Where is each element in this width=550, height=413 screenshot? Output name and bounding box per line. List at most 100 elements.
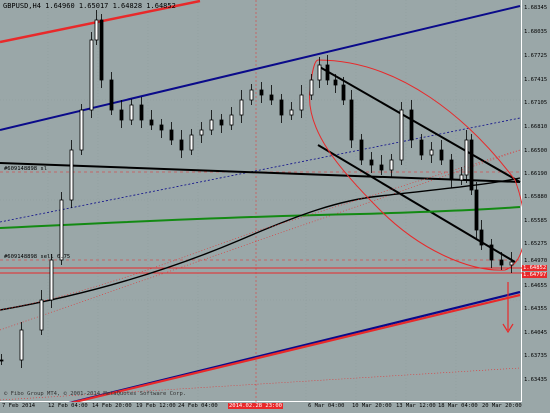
- candle-body: [389, 159, 394, 171]
- time-tick: 6 Mar 04:00: [308, 403, 345, 409]
- sl-label: #609148898 sl: [4, 166, 48, 172]
- time-tick: 18 Mar 04:00: [438, 403, 478, 409]
- candle-body: [129, 104, 134, 121]
- candle-body: [259, 89, 264, 96]
- lower-blue-channel-line[interactable]: [0, 290, 521, 402]
- price-tick: 1.66190: [524, 171, 548, 177]
- candle-body: [19, 329, 24, 361]
- mid-red-dotted-line[interactable]: [0, 149, 521, 331]
- mid-blue-dotted-line[interactable]: [0, 117, 521, 223]
- price-tick: 1.67725: [524, 53, 548, 59]
- candle-body: [299, 94, 304, 111]
- candle-body: [459, 174, 464, 181]
- upper-blue-channel-line[interactable]: [0, 5, 521, 131]
- candle-body: [474, 189, 479, 231]
- price-tick: 1.64970: [524, 258, 548, 264]
- candle-body: [499, 259, 504, 266]
- time-axis: 7 Feb 2014 12 Feb 04:00 14 Feb 20:00 19 …: [0, 402, 522, 413]
- price-tick: 1.66810: [524, 124, 548, 130]
- candle-body: [79, 109, 84, 151]
- candle-body: [289, 109, 294, 116]
- price-tick: 1.67415: [524, 77, 548, 83]
- black-support-trendline[interactable]: [0, 162, 521, 183]
- candle-body: [489, 244, 494, 261]
- candle-body: [99, 19, 104, 81]
- candle-body: [249, 89, 254, 101]
- chart-window[interactable]: GBPUSD,H4 1.64960 1.65017 1.64828 1.6485…: [0, 0, 550, 413]
- time-tick: 12 Feb 04:00: [48, 403, 88, 409]
- candle-body: [0, 359, 4, 362]
- candle-body: [119, 109, 124, 121]
- price-tick: 1.68035: [524, 29, 548, 35]
- candle-body: [189, 134, 194, 151]
- candle-body: [509, 261, 514, 266]
- candle-body: [169, 129, 174, 141]
- time-tick: 13 Mar 12:00: [396, 403, 436, 409]
- chart-canvas[interactable]: [0, 0, 522, 402]
- candle-body: [39, 299, 44, 331]
- crosshair-time: 2014.02.28 23:00: [228, 403, 283, 409]
- candle-body: [219, 119, 224, 126]
- price-tick: 1.64355: [524, 306, 548, 312]
- time-tick: 14 Feb 20:00: [92, 403, 132, 409]
- sell-label: #609148898 sell 0.75: [4, 254, 71, 260]
- candle-body: [439, 149, 444, 161]
- time-tick: 24 Feb 04:00: [178, 403, 218, 409]
- candle-body: [109, 79, 114, 111]
- candle-body: [464, 139, 469, 176]
- time-tick: 20 Mar 20:00: [482, 403, 522, 409]
- time-tick: 19 Feb 12:00: [136, 403, 176, 409]
- candle-body: [229, 114, 234, 126]
- ohlc-label: 1.64960 1.65017 1.64828 1.64852: [45, 2, 176, 10]
- price-tick: 1.63735: [524, 353, 548, 359]
- price-axis: 1.68345 1.68035 1.67725 1.67415 1.67105 …: [522, 0, 550, 402]
- plot-area[interactable]: GBPUSD,H4 1.64960 1.65017 1.64828 1.6485…: [0, 0, 522, 402]
- candle-body: [419, 139, 424, 156]
- candle-body: [179, 139, 184, 151]
- red-dotted-average[interactable]: [0, 149, 521, 311]
- candle-body: [149, 119, 154, 126]
- candle-body: [309, 79, 314, 96]
- candle-body: [409, 109, 414, 141]
- candle-body: [139, 104, 144, 121]
- candle-body: [199, 129, 204, 136]
- time-tick: 10 Mar 20:00: [352, 403, 392, 409]
- candle-body: [479, 229, 484, 246]
- price-tick: 1.68345: [524, 5, 548, 11]
- candle-body: [325, 64, 330, 81]
- symbol-label: GBPUSD,H4: [3, 2, 41, 10]
- grid: [0, 0, 522, 402]
- price-tick: 1.67105: [524, 100, 548, 106]
- candle-body: [399, 109, 404, 161]
- price-tick: 1.65880: [524, 194, 548, 200]
- candle-body: [159, 124, 164, 131]
- candle-body: [333, 79, 338, 86]
- candle-body: [369, 159, 374, 166]
- price-tick: 1.63435: [524, 377, 548, 383]
- candle-body: [449, 159, 454, 181]
- candle-body: [349, 99, 354, 141]
- candle-body: [429, 149, 434, 156]
- chart-title: GBPUSD,H4 1.64960 1.65017 1.64828 1.6485…: [3, 2, 176, 10]
- candle-body: [317, 64, 322, 81]
- candle-body: [379, 164, 384, 171]
- descending-trendline-1[interactable]: [317, 65, 521, 183]
- candle-body: [94, 19, 99, 41]
- candle-body: [209, 119, 214, 131]
- candle-body: [59, 199, 64, 261]
- candle-body: [89, 39, 94, 111]
- price-tick: 1.65585: [524, 218, 548, 224]
- price-tick: 1.65275: [524, 241, 548, 247]
- candle-body: [469, 139, 474, 191]
- copyright: © Fibo Group MT4, © 2001-2014 MetaQuotes…: [4, 391, 187, 397]
- candle-body: [341, 84, 346, 101]
- candle-body: [69, 149, 74, 201]
- price-tick: 1.66500: [524, 148, 548, 154]
- candle-body: [269, 94, 274, 101]
- candle-body: [359, 139, 364, 161]
- black-moving-average[interactable]: [0, 177, 521, 311]
- candle-body: [49, 259, 54, 301]
- price-tick: 1.64045: [524, 330, 548, 336]
- down-arrow: [502, 282, 514, 334]
- candle-body: [239, 99, 244, 116]
